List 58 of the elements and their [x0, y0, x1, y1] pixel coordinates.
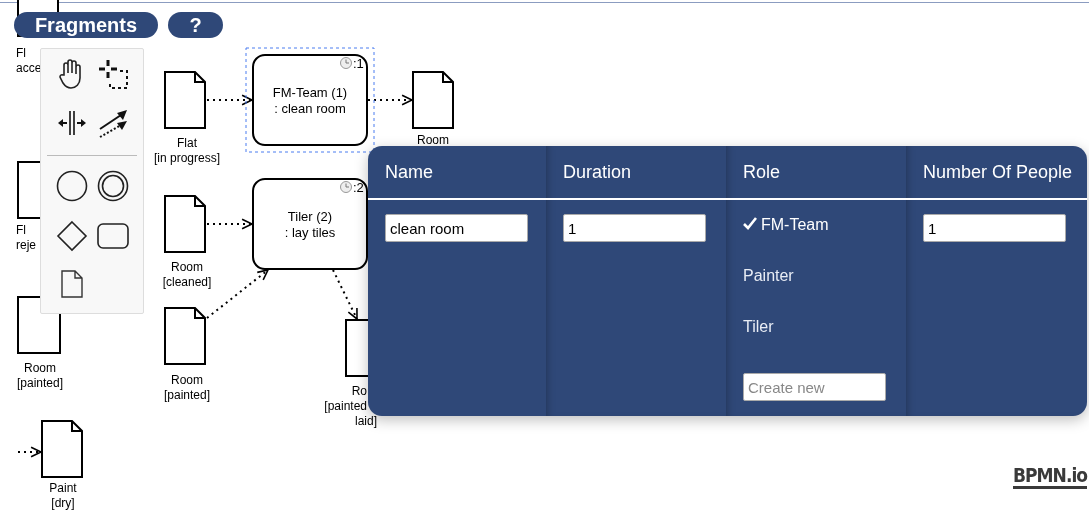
- data-object-icon: [41, 420, 83, 478]
- data-object-label: Paint: [49, 481, 77, 495]
- clock-icon: [340, 57, 352, 69]
- data-object-label: [cleaned]: [162, 275, 212, 289]
- column-header: Number Of People: [906, 146, 1087, 200]
- data-object-label: Room: [417, 133, 449, 147]
- name-field[interactable]: clean room: [385, 214, 528, 242]
- data-object-label: Room: [24, 361, 56, 375]
- space-tool-icon[interactable]: [56, 108, 87, 138]
- column-header: Duration: [546, 146, 726, 200]
- data-object-label: Room: [171, 373, 203, 387]
- data-object-icon: [412, 71, 454, 129]
- dotted-arrow: [206, 94, 254, 106]
- data-object-label: [dry]: [51, 496, 75, 510]
- task-icon[interactable]: [96, 223, 129, 249]
- bpmn-logo[interactable]: BPMN.io: [1013, 464, 1087, 489]
- task-label: : clean room: [274, 101, 346, 116]
- data-object-tool-icon[interactable]: [60, 270, 83, 298]
- new-role-field[interactable]: Create new: [743, 373, 886, 401]
- column-header: Name: [368, 146, 546, 200]
- end-event-icon[interactable]: [96, 170, 129, 202]
- task-label: : lay tiles: [284, 225, 336, 240]
- data-object-label: acce: [16, 61, 42, 75]
- dotted-arrow: [17, 446, 43, 458]
- role-option[interactable]: Tiler: [743, 316, 774, 367]
- dotted-arrow: [206, 218, 254, 230]
- dotted-arrow: [367, 94, 414, 106]
- data-object-label: [painted]: [164, 388, 210, 402]
- people-field[interactable]: 1: [923, 214, 1066, 242]
- task-badge-label: :1: [353, 56, 364, 71]
- role-option[interactable]: Painter: [743, 265, 794, 316]
- start-event-icon[interactable]: [55, 170, 88, 202]
- data-object-label: Flat: [177, 136, 197, 150]
- fragments-button[interactable]: Fragments: [14, 12, 158, 38]
- clock-icon: [340, 181, 352, 193]
- data-object-label: Fl: [16, 46, 26, 60]
- data-object-label: [painted]: [17, 376, 63, 390]
- data-object-label: reje: [16, 238, 36, 252]
- data-object-label: Room: [171, 260, 203, 274]
- lasso-tool-icon[interactable]: [97, 59, 128, 89]
- data-object-label: laid]: [355, 414, 377, 428]
- data-object-label: [in progress]: [154, 151, 220, 165]
- data-object-label: Ro: [351, 384, 367, 398]
- task-label: Tiler (2): [287, 209, 333, 224]
- column-header: Role: [726, 146, 906, 200]
- dotted-arrow: [332, 269, 358, 321]
- check-icon: [743, 216, 757, 230]
- task-badge-label: :2: [353, 180, 364, 195]
- data-object-label: Fl: [16, 223, 26, 237]
- duration-field[interactable]: 1: [563, 214, 706, 242]
- data-object-icon: [164, 71, 206, 129]
- data-object-icon: [164, 195, 206, 253]
- role-option[interactable]: FM-Team: [743, 214, 829, 265]
- data-object-icon: [164, 307, 206, 365]
- task-label: FM-Team (1): [272, 85, 348, 100]
- gateway-icon[interactable]: [55, 220, 88, 252]
- data-object-label: [painted: [324, 399, 367, 413]
- help-button[interactable]: ?: [168, 12, 223, 38]
